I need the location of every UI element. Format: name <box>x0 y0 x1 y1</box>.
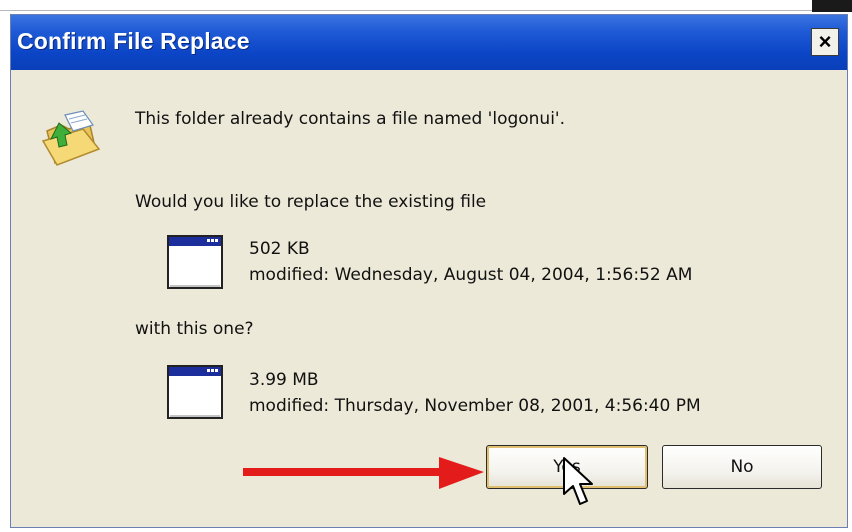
no-button[interactable]: No <box>662 445 822 489</box>
dialog-titlebar[interactable]: Confirm File Replace × <box>11 15 847 70</box>
background-window-border <box>0 10 852 11</box>
red-arrow-icon <box>243 457 484 489</box>
new-file-modified: modified: Thursday, November 08, 2001, 4… <box>249 396 701 416</box>
application-window-icon <box>167 365 223 419</box>
no-button-label: No <box>730 457 754 477</box>
application-window-icon <box>167 235 223 289</box>
background-window-strip <box>0 0 852 14</box>
mouse-pointer-icon <box>563 457 593 505</box>
close-button[interactable]: × <box>811 28 839 56</box>
message-replace-question: Would you like to replace the existing f… <box>135 192 487 212</box>
existing-file-size: 502 KB <box>249 239 310 259</box>
message-existing-file: This folder already contains a file name… <box>135 109 566 129</box>
new-file-info: 3.99 MB modified: Thursday, November 08,… <box>249 367 701 419</box>
message-with-this-one: with this one? <box>135 319 254 339</box>
folder-replace-icon <box>41 110 101 166</box>
dialog-title: Confirm File Replace <box>17 28 250 54</box>
existing-file-modified: modified: Wednesday, August 04, 2004, 1:… <box>249 265 693 285</box>
new-file-size: 3.99 MB <box>249 370 319 390</box>
close-icon: × <box>818 29 832 54</box>
background-window-corner <box>812 0 852 12</box>
existing-file-info: 502 KB modified: Wednesday, August 04, 2… <box>249 236 692 288</box>
